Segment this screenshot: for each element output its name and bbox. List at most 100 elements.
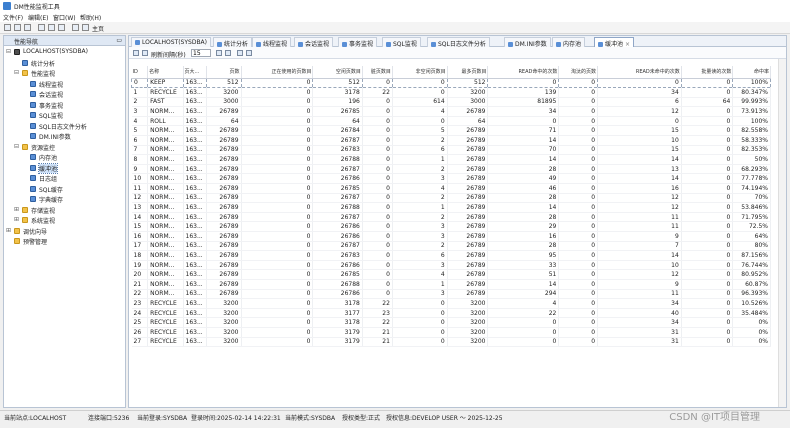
table-row[interactable]: 22 NORM... 163... 26789 0 26786 0 3 26789 294 0 11 0… [131, 289, 771, 300]
expander-icon[interactable]: ⊟ [14, 69, 19, 76]
table-row[interactable]: 21 NORM... 163... 26789 0 26788 0 1 26789 14 0 9 0 60… [131, 279, 771, 290]
expander-icon[interactable]: ⊞ [14, 216, 19, 223]
table-row[interactable]: 14 NORM... 163... 26789 0 26787 0 2 26789 28 0 11 0 7… [131, 212, 771, 223]
tree-node[interactable]: ⊟ 资源监控 [4, 142, 125, 153]
vertical-scrollbar[interactable] [778, 59, 786, 407]
table-row[interactable]: 25 RECYCLE 163... 3200 0 3178 22 0 3200 0 0 34 0 0% [131, 317, 771, 328]
column-header[interactable]: 淘汰的页数 [558, 66, 599, 79]
column-header[interactable]: 正在使用的页数目 [241, 66, 314, 79]
forward-icon[interactable] [82, 24, 89, 31]
column-header[interactable]: 批量读的次数 [681, 66, 734, 79]
column-header[interactable]: READ命中的次数 [487, 66, 560, 79]
table-row[interactable]: 1 RECYCLE 163... 3200 0 3178 22 0 3200 139 0 34 0 80.… [131, 87, 771, 98]
save-data-icon[interactable] [246, 50, 252, 56]
tree-node[interactable]: 统计分析 [4, 58, 125, 69]
copy-data-icon[interactable] [237, 50, 243, 56]
table-row[interactable]: 0 KEEP 163... 512 0 512 0 0 512 0 0 0 0 100% [130, 77, 771, 89]
tab[interactable]: 线程监视 [252, 37, 292, 48]
back-icon[interactable] [72, 24, 79, 31]
column-header[interactable]: 名称 [147, 66, 184, 79]
tab[interactable]: 缓冲池 × [594, 37, 635, 48]
tree-node[interactable]: ⊟ LOCALHOST(SYSDBA) [4, 47, 125, 58]
tree-node[interactable]: 缓冲池 [4, 162, 125, 174]
expander-icon[interactable]: ⊞ [6, 227, 11, 234]
table-row[interactable]: 11 NORM... 163... 26789 0 26785 0 4 26789 46 0 16 0 7… [131, 183, 771, 194]
table-row[interactable]: 24 RECYCLE 163... 3200 0 3177 23 0 3200 22 0 40 0 35.… [131, 308, 771, 319]
column-header[interactable]: 最多页数目 [447, 66, 489, 79]
tree-node[interactable]: 字典缓存 [4, 194, 125, 205]
minimize-icon[interactable]: ▭ [116, 37, 122, 44]
menu-window[interactable]: 窗口(W) [53, 13, 76, 22]
column-header[interactable]: ID [131, 66, 149, 79]
table-row[interactable]: 12 NORM... 163... 26789 0 26787 0 2 26789 28 0 12 0 7… [131, 193, 771, 204]
table-row[interactable]: 27 RECYCLE 163... 3200 0 3179 21 0 3200 0 0 31 0 0% [131, 337, 771, 348]
table-row[interactable]: 23 RECYCLE 163... 3200 0 3178 22 0 3200 4 0 34 0 10.5… [131, 298, 771, 309]
column-header[interactable]: 页数 [206, 66, 242, 79]
tree-node[interactable]: SQL缓存 [4, 184, 125, 195]
table-row[interactable]: 2 FAST 163... 3000 0 196 0 614 3000 81895 0 6 64 99.9… [131, 97, 771, 108]
stop-icon[interactable] [225, 50, 231, 56]
tree-node[interactable]: ⊟ 性能监视 [4, 68, 125, 79]
cut-icon[interactable] [38, 24, 45, 31]
column-header[interactable]: 空闲页数目 [312, 66, 363, 79]
tree-node[interactable]: 线程监视 [4, 79, 125, 90]
column-header[interactable]: 非空闲页数目 [392, 66, 448, 79]
table-row[interactable]: 26 RECYCLE 163... 3200 0 3179 21 0 3200 0 0 31 0 0% [131, 327, 771, 338]
save-icon[interactable] [24, 24, 31, 31]
export-icon[interactable] [142, 50, 148, 56]
table-row[interactable]: 3 NORM... 163... 26789 0 26785 0 4 26789 34 0 12 0 73… [131, 106, 771, 117]
table-row[interactable]: 19 NORM... 163... 26789 0 26786 0 3 26789 33 0 10 0 7… [131, 260, 771, 271]
menu-help[interactable]: 帮助(H) [80, 13, 101, 22]
tree-node[interactable]: DM.INI参数 [4, 131, 125, 142]
tab[interactable]: SQL日志文件分析 [427, 37, 490, 48]
tree-node-label: 字典缓存 [39, 197, 64, 204]
table-row[interactable]: 16 NORM... 163... 26789 0 26786 0 3 26789 16 0 9 0 64… [131, 231, 771, 242]
table-row[interactable]: 17 NORM... 163... 26789 0 26787 0 2 26789 28 0 7 0 80… [131, 241, 771, 252]
tree-node[interactable]: 内存池 [4, 152, 125, 163]
tree-node[interactable]: SQL日志文件分析 [4, 121, 125, 132]
tree-node[interactable]: ⊞ 调优向导 [4, 226, 125, 237]
refresh-interval-input[interactable] [191, 49, 211, 57]
table-row[interactable]: 20 NORM... 163... 26789 0 26785 0 4 26789 51 0 12 0 8… [131, 269, 771, 280]
tab[interactable]: DM.INI参数 [504, 37, 551, 48]
copy-icon[interactable] [48, 24, 55, 31]
filter-icon[interactable] [133, 50, 139, 56]
tree-node[interactable]: 事务监视 [4, 100, 125, 111]
table-row[interactable]: 6 NORM... 163... 26789 0 26787 0 2 26789 14 0 10 0 58… [131, 135, 771, 146]
refresh-icon[interactable] [216, 50, 222, 56]
menu-edit[interactable]: 编辑(E) [28, 13, 48, 22]
tree-node[interactable]: SQL监视 [4, 110, 125, 121]
new-icon[interactable] [4, 24, 11, 31]
table-row[interactable]: 8 NORM... 163... 26789 0 26788 0 1 26789 14 0 14 0 50… [131, 154, 771, 165]
tab[interactable]: 事务监视 [338, 37, 378, 48]
column-header[interactable]: 脏页数目 [362, 66, 393, 79]
table-row[interactable]: 4 ROLL 163... 64 0 64 0 0 64 0 0 0 0 100% [131, 116, 771, 127]
table-row[interactable]: 7 NORM... 163... 26789 0 26783 0 6 26789 70 0 15 0 82… [131, 145, 771, 156]
tab[interactable]: 统计分析 [213, 37, 253, 48]
table-row[interactable]: 13 NORM... 163... 26789 0 26788 0 1 26789 14 0 12 0 5… [131, 202, 771, 213]
expander-icon[interactable]: ⊟ [14, 143, 19, 150]
table-row[interactable]: 10 NORM... 163... 26789 0 26786 0 3 26789 49 0 14 0 7… [131, 173, 771, 185]
menu-file[interactable]: 文件(F) [3, 13, 23, 22]
tab[interactable]: 内存池 [552, 37, 586, 48]
table-row[interactable]: 9 NORM... 163... 26789 0 26787 0 2 26789 28 0 13 0 68… [131, 164, 771, 175]
table-row[interactable]: 18 NORM... 163... 26789 0 26783 0 6 26789 95 0 14 0 8… [131, 250, 771, 261]
table-row[interactable]: 5 NORM... 163... 26789 0 26784 0 5 26789 71 0 15 0 82… [131, 125, 771, 137]
column-header[interactable]: READ未命中的次数 [597, 66, 682, 79]
column-header[interactable]: 命中率 [732, 66, 771, 79]
tab[interactable]: LOCALHOST(SYSDBA) [131, 37, 212, 47]
home-button[interactable]: 主页 [92, 24, 104, 33]
tree-node[interactable]: ⊞ 存储监视 [4, 205, 125, 216]
tree-node[interactable]: 会话监视 [4, 89, 125, 100]
table-row[interactable]: 15 NORM... 163... 26789 0 26786 0 3 26789 29 0 11 0 7… [131, 221, 771, 232]
tree-node[interactable]: ⊞ 系统监视 [4, 215, 125, 226]
tab[interactable]: SQL监视 [382, 37, 421, 48]
expander-icon[interactable]: ⊟ [6, 48, 11, 55]
tree-node[interactable]: 日志组 [4, 173, 125, 184]
column-header[interactable]: 页大... [183, 66, 208, 79]
tab[interactable]: 会话监视 [294, 37, 334, 48]
expander-icon[interactable]: ⊞ [14, 206, 19, 213]
paste-icon[interactable] [58, 24, 65, 31]
open-icon[interactable] [14, 24, 21, 31]
tree-node[interactable]: 预警管理 [4, 236, 125, 247]
